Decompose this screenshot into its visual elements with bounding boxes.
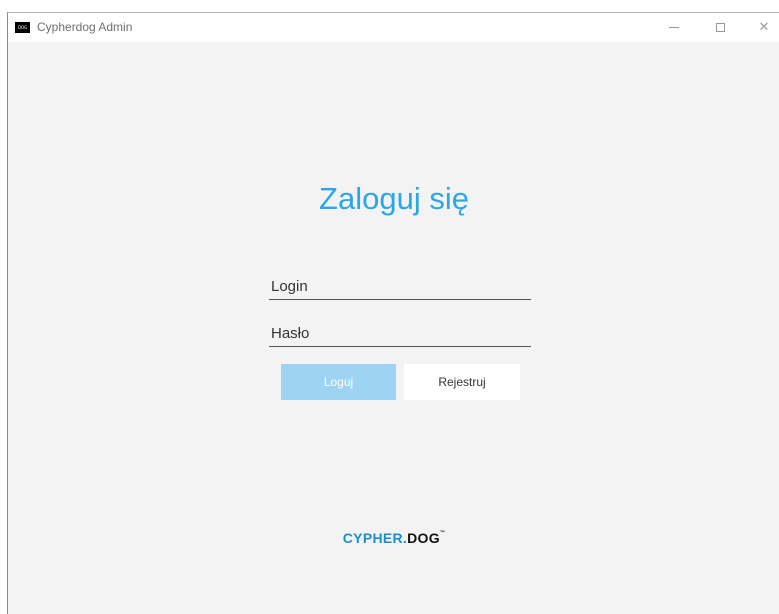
register-button[interactable]: Rejestruj: [404, 364, 520, 400]
minimize-button[interactable]: [654, 13, 694, 42]
login-button[interactable]: Loguj: [281, 364, 396, 400]
app-logo-icon: DOG: [15, 22, 30, 33]
password-input[interactable]: [269, 321, 531, 347]
brand-trademark: ™: [439, 530, 446, 536]
close-icon: ✕: [758, 20, 770, 35]
minimize-icon: [669, 27, 679, 28]
app-window: DOG Cypherdog Admin ✕ Zaloguj się Loguj …: [7, 12, 779, 614]
maximize-button[interactable]: [700, 13, 740, 42]
brand-logo: CYPHER.DOG™: [8, 530, 779, 546]
title-bar[interactable]: DOG Cypherdog Admin ✕: [8, 13, 779, 42]
close-button[interactable]: ✕: [744, 13, 779, 42]
brand-logo-part1: CYPHER.: [342, 530, 408, 546]
maximize-icon: [715, 23, 725, 32]
login-input[interactable]: [269, 274, 531, 300]
brand-logo-part2: DOG: [407, 530, 440, 546]
page-title: Zaloguj się: [319, 181, 469, 216]
window-title: Cypherdog Admin: [37, 20, 133, 34]
